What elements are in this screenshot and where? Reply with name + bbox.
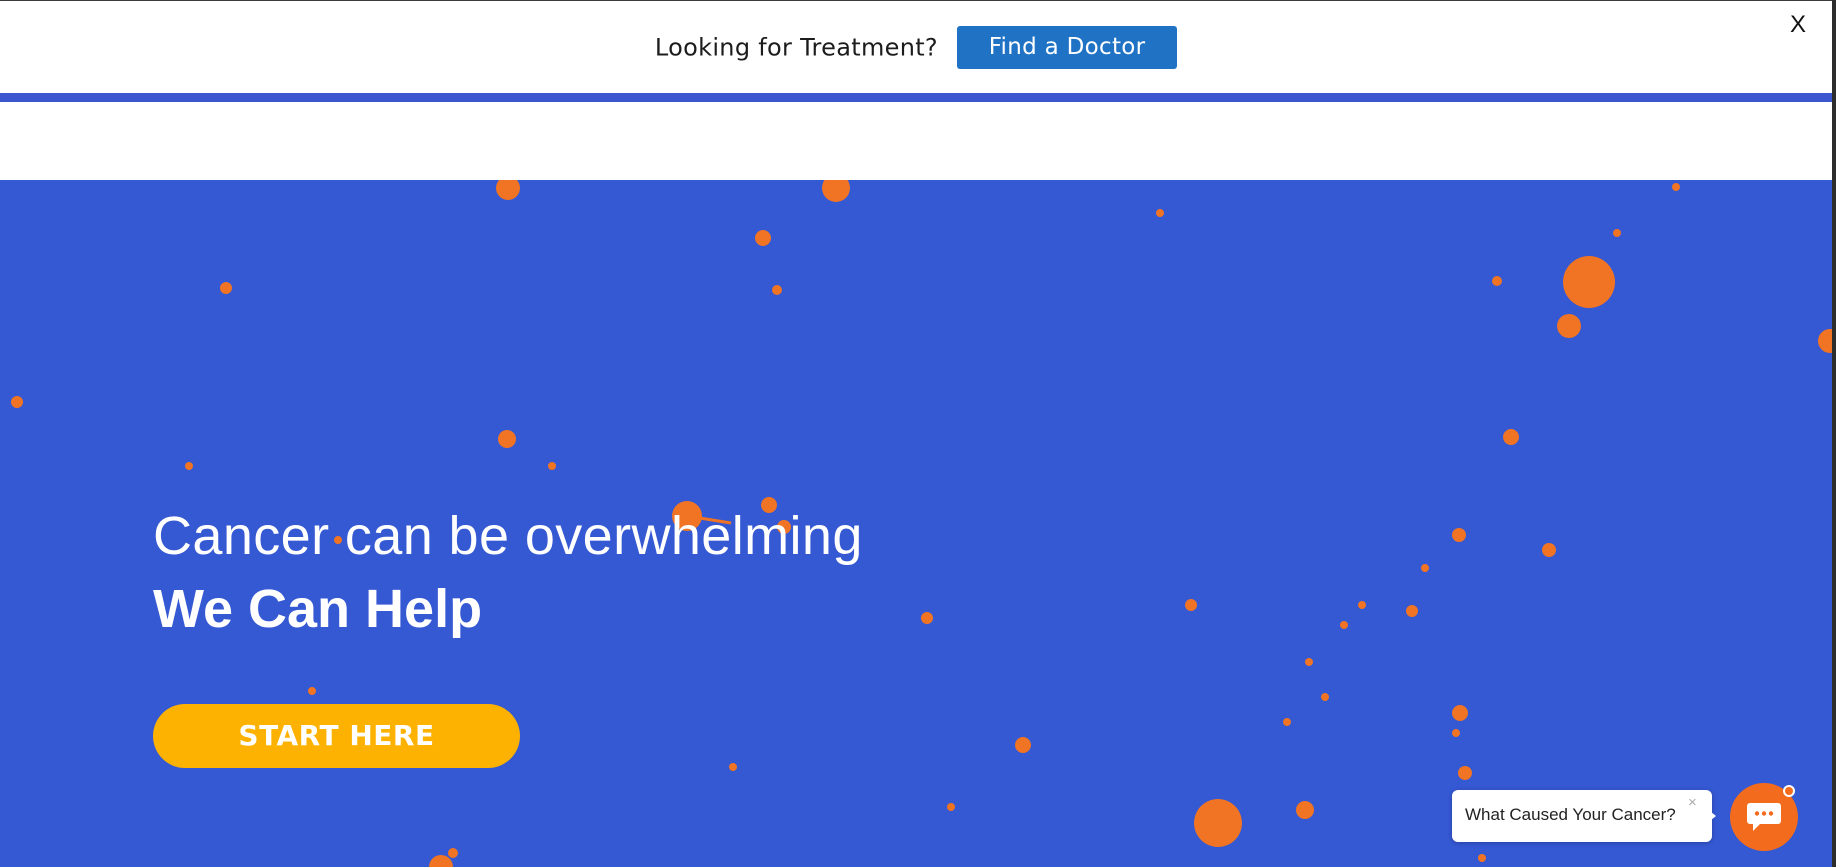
particle-dot — [496, 180, 520, 200]
particle-dot — [1478, 854, 1486, 862]
particle-dot — [448, 848, 458, 858]
particle-dot — [1452, 528, 1466, 542]
site-header — [0, 102, 1832, 180]
particle-dot — [1340, 621, 1348, 629]
particle-dot — [1503, 429, 1519, 445]
particle-dot — [185, 462, 193, 470]
find-doctor-button[interactable]: Find a Doctor — [957, 26, 1178, 69]
particle-dot — [308, 687, 316, 695]
hero-headline: Cancer can be overwhelming — [153, 506, 863, 566]
particle-dot — [1452, 705, 1468, 721]
announcement-text: Looking for Treatment? — [654, 33, 938, 62]
particle-dot — [1194, 799, 1242, 847]
announcement-bar: Looking for Treatment? Find a Doctor X — [0, 0, 1832, 93]
particle-dot — [548, 462, 556, 470]
particle-dot — [947, 803, 955, 811]
header-accent-rule — [0, 93, 1832, 102]
particle-dot — [1185, 599, 1197, 611]
chat-prompt-close-button[interactable]: × — [1688, 794, 1697, 811]
particle-dot — [1672, 183, 1680, 191]
hero-section: Cancer can be overwhelming We Can Help S… — [0, 180, 1832, 867]
particle-dot — [729, 763, 737, 771]
chat-bubble-tail — [1706, 808, 1716, 824]
particle-dot — [1613, 229, 1621, 237]
page-scrollbar[interactable] — [1832, 0, 1836, 867]
particle-dot — [822, 180, 850, 202]
particle-dot — [1305, 658, 1313, 666]
particle-dot — [755, 230, 771, 246]
particle-dot — [1458, 766, 1472, 780]
start-here-button[interactable]: START HERE — [153, 704, 520, 768]
particle-dot — [1321, 693, 1329, 701]
particle-dot — [921, 612, 933, 624]
announcement-close-button[interactable]: X — [1790, 11, 1806, 39]
particle-dot — [1406, 605, 1418, 617]
particle-dot — [1283, 718, 1291, 726]
particle-dot — [1156, 209, 1164, 217]
announcement-content: Looking for Treatment? Find a Doctor — [0, 26, 1832, 69]
particle-dot — [11, 396, 23, 408]
chat-prompt-bubble[interactable]: What Caused Your Cancer? × — [1452, 790, 1716, 842]
particle-dot — [772, 285, 782, 295]
chat-notification-dot — [1783, 785, 1795, 797]
particle-dot — [1452, 729, 1460, 737]
page: Looking for Treatment? Find a Doctor X C… — [0, 0, 1836, 867]
particle-dot — [1818, 329, 1832, 353]
particle-dot — [1542, 543, 1556, 557]
particle-dot — [1296, 801, 1314, 819]
particle-dot — [1492, 276, 1502, 286]
particle-dot — [220, 282, 232, 294]
chat-prompt-text: What Caused Your Cancer? — [1465, 805, 1676, 824]
particle-dot — [1421, 564, 1429, 572]
particle-dot — [1563, 256, 1615, 308]
chat-icon — [1747, 803, 1781, 831]
particle-dot — [429, 855, 453, 867]
particle-dot — [498, 430, 516, 448]
particle-dot — [1358, 601, 1366, 609]
particle-dot — [1557, 314, 1581, 338]
hero-subheadline: We Can Help — [153, 579, 483, 639]
particle-dot — [1015, 737, 1031, 753]
